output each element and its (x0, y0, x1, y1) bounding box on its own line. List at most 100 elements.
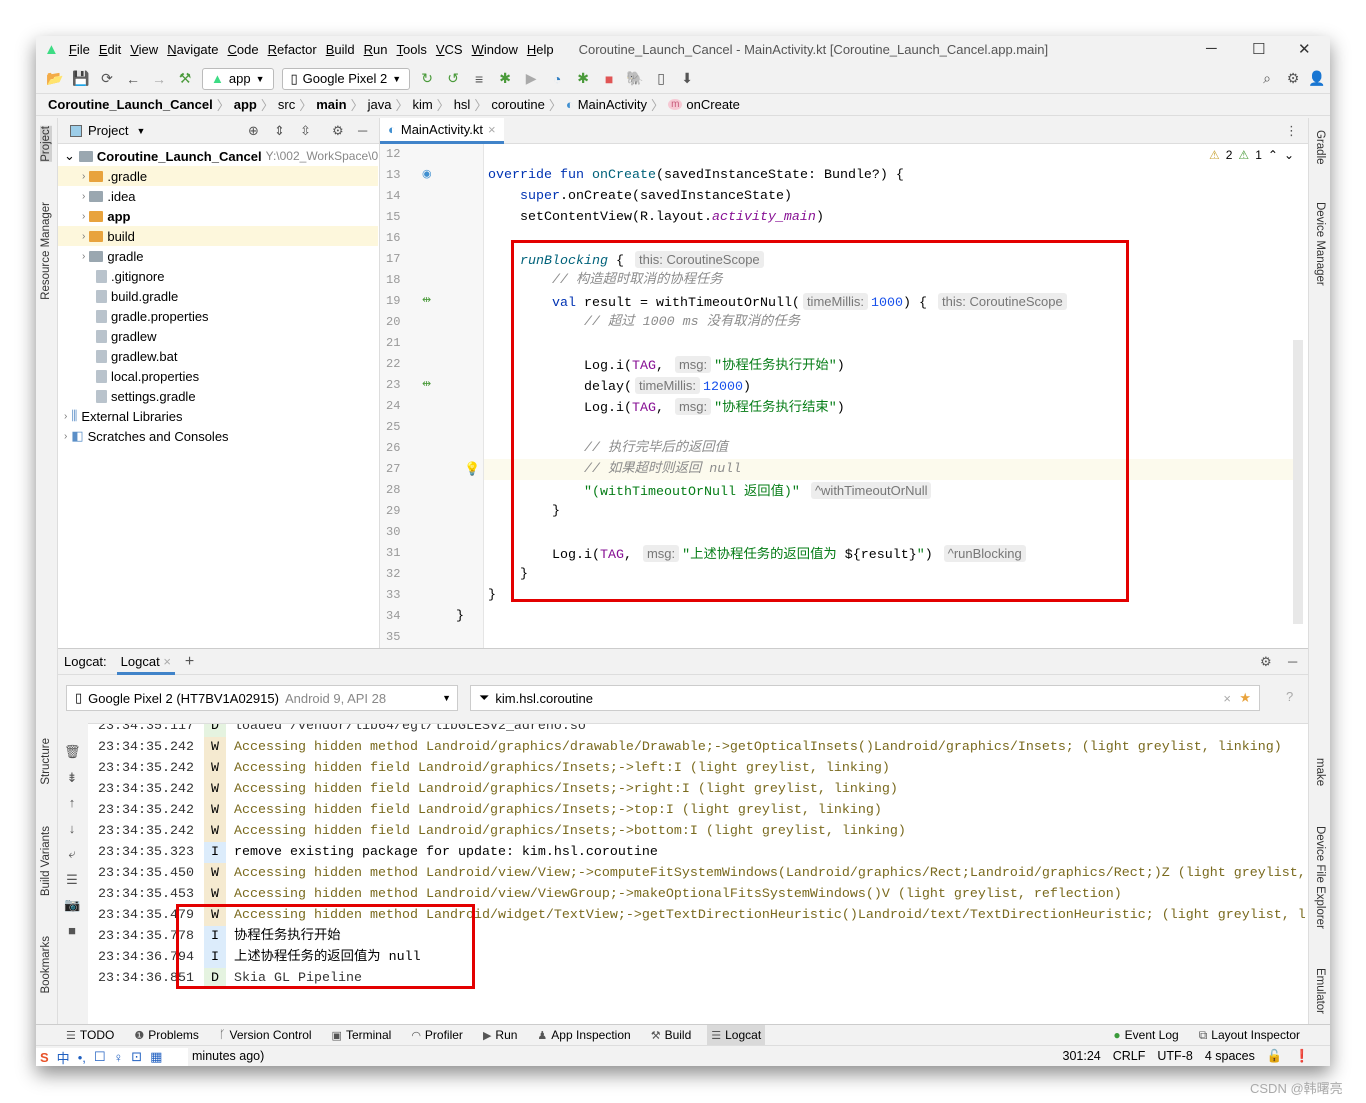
code-line[interactable]: } (456, 606, 464, 627)
tool-tab-todo[interactable]: ☰ TODO (62, 1025, 118, 1046)
log-line[interactable]: 23:34:35.450 W Accessing hidden method Lan… (88, 863, 1308, 884)
device-manager-icon[interactable]: ▯ (651, 70, 671, 87)
breadcrumb-item[interactable]: java (368, 97, 392, 112)
logcat-filter-input[interactable]: ⏷ kim.hsl.coroutine × ★ (470, 685, 1260, 711)
tool-tab-problems[interactable]: ❶ Problems (130, 1025, 203, 1046)
log-line[interactable]: 23:34:35.242 W Accessing hidden field Land… (88, 758, 1308, 779)
device-manager-tool-tab[interactable]: Device Manager (1314, 202, 1326, 286)
device-file-explorer-tool-tab[interactable]: Device File Explorer (1314, 826, 1326, 929)
tree-item-idea[interactable]: › .idea (58, 186, 378, 206)
open-icon[interactable]: 📂 (45, 70, 65, 87)
breadcrumb-item[interactable]: onCreate (686, 97, 739, 112)
device-filter-select[interactable]: ▯ Google Pixel 2 (HT7BV1A02915) Android … (66, 685, 458, 711)
override-icon[interactable]: ◉ (422, 167, 432, 180)
log-line[interactable]: 23:34:35.242 W Accessing hidden field Land… (88, 800, 1308, 821)
tool-tab-version-control[interactable]: ᚴ Version Control (215, 1025, 316, 1046)
tree-item-gitignore[interactable]: .gitignore (58, 266, 378, 286)
profile-icon[interactable]: ◔ (547, 71, 567, 87)
tree-item-app[interactable]: › app (58, 206, 378, 226)
hide-panel-icon[interactable]: ─ (358, 123, 367, 138)
logcat-settings-icon[interactable]: ⚙ (1260, 654, 1272, 670)
emulator-tool-tab[interactable]: Emulator (1314, 968, 1326, 1014)
code-line[interactable]: } (456, 585, 496, 606)
tree-item-gradlew[interactable]: gradlew (58, 326, 378, 346)
tree-item-settingsgradle[interactable]: settings.gradle (58, 386, 378, 406)
menu-vcs[interactable]: VCS (436, 42, 463, 57)
structure-tool-tab[interactable]: Structure (40, 738, 52, 785)
locate-icon[interactable]: ⊕ (248, 123, 259, 139)
account-icon[interactable]: 👤 (1307, 70, 1327, 87)
scroll-to-end-icon[interactable]: ⇟ (64, 765, 80, 791)
clear-filter-icon[interactable]: × (1223, 691, 1231, 706)
clear-log-icon[interactable]: 🗑 (64, 739, 81, 765)
apply-code-changes-icon[interactable]: ↺ (443, 70, 463, 87)
filter-config-icon[interactable]: ☰ (64, 867, 80, 893)
suspend-call-icon[interactable]: ⇹ (422, 293, 431, 306)
indent-setting[interactable]: 4 spaces (1205, 1049, 1255, 1063)
debug-icon[interactable]: ✱ (495, 70, 515, 87)
log-line[interactable]: 23:34:35.242 W Accessing hidden method Lan… (88, 737, 1308, 758)
tool-tab-terminal[interactable]: ▣ Terminal (328, 1025, 396, 1046)
settings-icon[interactable]: ⚙ (1283, 70, 1303, 87)
tree-item-build[interactable]: › build (58, 226, 378, 246)
tool-tab-layout-inspector[interactable]: ⧉ Layout Inspector (1195, 1025, 1304, 1046)
build-variants-tool-tab[interactable]: Build Variants (40, 826, 52, 896)
down-icon[interactable]: ↓ (64, 816, 80, 842)
project-view-select[interactable]: Project (88, 123, 128, 138)
soft-wrap-icon[interactable]: ⤶ (64, 841, 80, 867)
tree-item-gradlewbat[interactable]: gradlew.bat (58, 346, 378, 366)
code-line[interactable]: setContentView(R.layout.activity_main) (456, 207, 824, 228)
file-encoding[interactable]: UTF-8 (1157, 1049, 1192, 1063)
notifications-icon[interactable]: ❗ (1294, 1049, 1310, 1064)
apply-changes-icon[interactable]: ↻ (417, 70, 437, 87)
maximize-button[interactable]: ☐ (1252, 40, 1265, 58)
close-button[interactable]: ✕ (1298, 40, 1311, 58)
menu-code[interactable]: Code (228, 42, 259, 57)
gradle-tool-tab[interactable]: Gradle (1314, 130, 1326, 165)
menu-tools[interactable]: Tools (397, 42, 427, 57)
menu-refactor[interactable]: Refactor (268, 42, 317, 57)
log-line[interactable]: 23:34:35.453 W Accessing hidden method Lan… (88, 884, 1308, 905)
menu-navigate[interactable]: Navigate (167, 42, 218, 57)
caret-position[interactable]: 301:24 (1063, 1049, 1101, 1063)
menu-view[interactable]: View (130, 42, 158, 57)
tree-item-localproperties[interactable]: local.properties (58, 366, 378, 386)
tree-root[interactable]: ⌄ Coroutine_Launch_Cancel Y:\002_WorkSpace… (64, 146, 378, 166)
tree-item-gradle[interactable]: › .gradle (58, 166, 378, 186)
breadcrumb-item[interactable]: main (316, 97, 346, 112)
menu-run[interactable]: Run (364, 42, 388, 57)
back-icon[interactable]: ← (123, 71, 143, 87)
lock-icon[interactable]: 🔓 (1267, 1049, 1283, 1064)
tool-tab-build[interactable]: ⚒ Build (647, 1025, 696, 1046)
tab-logcat[interactable]: Logcat × (116, 649, 175, 675)
more-tabs-icon[interactable]: ⋮ (1285, 123, 1298, 139)
log-line[interactable]: 23:34:35.323 Iremove existing package for… (88, 842, 1308, 863)
minimize-button[interactable]: ─ (1206, 40, 1217, 57)
save-icon[interactable]: 💾 (71, 70, 91, 87)
breadcrumb-item[interactable]: MainActivity (578, 97, 647, 112)
add-tab-icon[interactable]: + (185, 653, 194, 671)
help-icon[interactable]: ? (1286, 689, 1293, 704)
code-line[interactable]: super.onCreate(savedInstanceState) (456, 186, 792, 207)
screenshot-icon[interactable]: 📷 (64, 892, 80, 918)
tool-tab-app-inspection[interactable]: ♟ App Inspection (533, 1025, 634, 1046)
tree-item-gradle[interactable]: › gradle (58, 246, 378, 266)
project-tool-tab[interactable]: Project (40, 126, 52, 162)
stop-icon[interactable]: ■ (599, 71, 619, 87)
forward-icon[interactable]: → (149, 71, 169, 87)
editor-scrollbar[interactable] (1293, 340, 1303, 624)
tool-tab-event-log[interactable]: ● Event Log (1109, 1025, 1182, 1046)
breadcrumb-item[interactable]: hsl (454, 97, 471, 112)
attach-debugger-icon[interactable]: ✱ (573, 70, 593, 87)
line-separator[interactable]: CRLF (1113, 1049, 1146, 1063)
make-tool-tab[interactable]: make (1314, 758, 1326, 786)
resource-manager-tool-tab[interactable]: Resource Manager (40, 202, 52, 300)
breadcrumb-item[interactable]: kim (412, 97, 432, 112)
hide-logcat-icon[interactable]: ─ (1288, 654, 1297, 669)
code-line[interactable]: override fun onCreate(savedInstanceState… (456, 165, 904, 186)
tree-item-buildgradle[interactable]: build.gradle (58, 286, 378, 306)
device-select[interactable]: ▯ Google Pixel 2 ▼ (281, 67, 411, 90)
collapse-all-icon[interactable]: ⇳ (300, 123, 311, 139)
tree-item-externallibraries[interactable]: › ⫼ External Libraries (58, 406, 378, 426)
suspend-call-icon[interactable]: ⇹ (422, 377, 431, 390)
